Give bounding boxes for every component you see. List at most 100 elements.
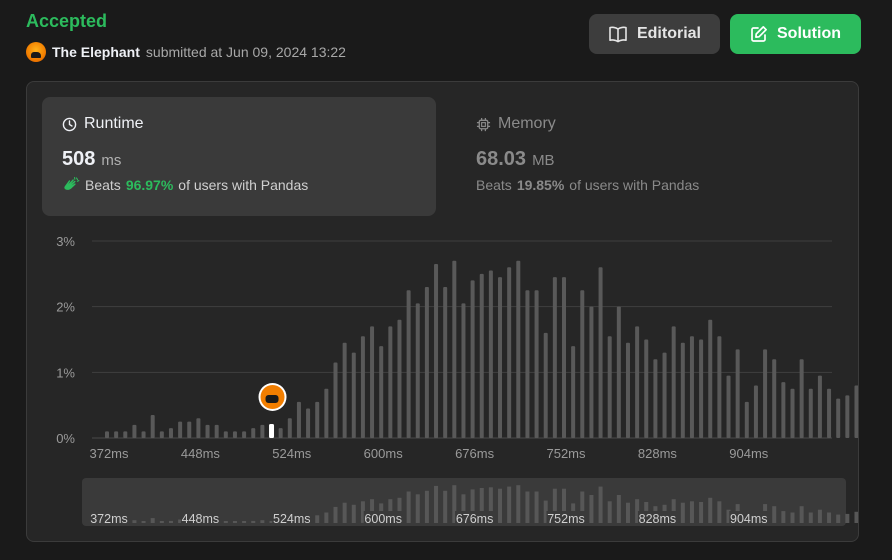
- runtime-bar[interactable]: [324, 388, 329, 438]
- runtime-bar[interactable]: [333, 362, 338, 438]
- overview-bar: [772, 506, 777, 523]
- y-tick-label: 1%: [56, 365, 75, 380]
- runtime-bar[interactable]: [370, 326, 375, 438]
- runtime-bar[interactable]: [132, 424, 137, 438]
- runtime-bar[interactable]: [543, 332, 548, 438]
- runtime-bar[interactable]: [516, 260, 521, 438]
- runtime-bar[interactable]: [315, 401, 320, 438]
- runtime-bar[interactable]: [168, 428, 173, 438]
- runtime-bar[interactable]: [196, 418, 201, 438]
- runtime-bar[interactable]: [708, 319, 713, 438]
- runtime-bar[interactable]: [379, 346, 384, 438]
- runtime-bar[interactable]: [223, 431, 228, 438]
- runtime-bar[interactable]: [251, 428, 256, 438]
- runtime-bar[interactable]: [114, 431, 119, 438]
- x-tick-label: 600ms: [364, 446, 404, 461]
- runtime-bar[interactable]: [753, 385, 758, 438]
- overview-bar: [717, 501, 722, 523]
- overview-bar: [516, 485, 521, 523]
- runtime-bar[interactable]: [278, 428, 283, 438]
- runtime-bar[interactable]: [406, 290, 411, 438]
- runtime-bar[interactable]: [488, 270, 493, 438]
- runtime-bar[interactable]: [808, 388, 813, 438]
- runtime-bar[interactable]: [351, 352, 356, 438]
- runtime-bar[interactable]: [123, 431, 128, 438]
- runtime-bar[interactable]: [397, 319, 402, 438]
- runtime-bar[interactable]: [571, 346, 576, 438]
- overview-bar: [845, 513, 850, 523]
- runtime-bar[interactable]: [424, 286, 429, 438]
- runtime-bar[interactable]: [178, 421, 183, 438]
- runtime-bar[interactable]: [735, 349, 740, 438]
- overview-x-tick-label: 372ms: [90, 512, 128, 526]
- runtime-bar[interactable]: [296, 401, 301, 438]
- runtime-bar[interactable]: [232, 431, 237, 438]
- runtime-bar[interactable]: [790, 388, 795, 438]
- runtime-bar[interactable]: [470, 280, 475, 438]
- runtime-bar[interactable]: [360, 336, 365, 438]
- runtime-bar[interactable]: [287, 418, 292, 438]
- runtime-bar[interactable]: [772, 359, 777, 438]
- editorial-button[interactable]: Editorial: [589, 14, 720, 54]
- runtime-bar[interactable]: [817, 375, 822, 438]
- runtime-bar[interactable]: [836, 398, 841, 438]
- runtime-bar[interactable]: [452, 260, 457, 438]
- runtime-bar[interactable]: [342, 342, 347, 438]
- runtime-bar[interactable]: [205, 424, 210, 438]
- runtime-bar[interactable]: [388, 326, 393, 438]
- runtime-bar[interactable]: [680, 342, 685, 438]
- runtime-bar[interactable]: [699, 339, 704, 439]
- runtime-bar[interactable]: [141, 431, 146, 438]
- runtime-bar[interactable]: [589, 306, 594, 438]
- runtime-bar[interactable]: [671, 326, 676, 438]
- runtime-bar[interactable]: [507, 267, 512, 438]
- runtime-bar[interactable]: [662, 352, 667, 438]
- runtime-bar[interactable]: [689, 336, 694, 438]
- runtime-bar[interactable]: [653, 359, 658, 438]
- runtime-bar[interactable]: [260, 424, 265, 438]
- runtime-bar[interactable]: [616, 306, 621, 438]
- runtime-bar[interactable]: [827, 388, 832, 438]
- runtime-distribution-chart[interactable]: 0% 1% 2% 3% 372ms 448ms 524ms 600ms 676ms 752ms 82…: [27, 82, 858, 541]
- solution-button[interactable]: Solution: [730, 14, 861, 54]
- submission-status: Accepted: [26, 11, 108, 31]
- runtime-bar[interactable]: [644, 339, 649, 439]
- runtime-bar[interactable]: [105, 431, 109, 438]
- runtime-bar[interactable]: [461, 303, 466, 438]
- runtime-bar[interactable]: [306, 408, 311, 438]
- overview-bar: [434, 485, 439, 523]
- runtime-bar[interactable]: [498, 277, 503, 438]
- runtime-bar[interactable]: [845, 395, 850, 438]
- runtime-bar[interactable]: [434, 263, 439, 438]
- runtime-bar[interactable]: [717, 336, 722, 438]
- user-avatar[interactable]: [26, 42, 46, 62]
- runtime-bar[interactable]: [443, 286, 448, 438]
- runtime-bar[interactable]: [799, 359, 804, 438]
- runtime-bar[interactable]: [781, 382, 786, 438]
- runtime-bar[interactable]: [242, 431, 247, 438]
- overview-bar: [150, 518, 155, 523]
- runtime-bar[interactable]: [607, 336, 612, 438]
- runtime-bar[interactable]: [744, 401, 749, 438]
- runtime-bar[interactable]: [580, 290, 585, 438]
- runtime-bar[interactable]: [552, 277, 557, 438]
- runtime-bar[interactable]: [598, 267, 603, 438]
- runtime-bar[interactable]: [763, 349, 768, 438]
- runtime-bar[interactable]: [479, 273, 484, 438]
- runtime-bar[interactable]: [534, 290, 539, 438]
- runtime-bar[interactable]: [150, 415, 155, 438]
- runtime-bar[interactable]: [635, 326, 640, 438]
- user-name-link[interactable]: The Elephant: [52, 44, 140, 60]
- runtime-bar[interactable]: [415, 303, 420, 438]
- runtime-bar[interactable]: [525, 290, 530, 438]
- performance-panel: Runtime 508 ms Beats 96.97% of users wit…: [26, 81, 859, 542]
- runtime-bar[interactable]: [214, 424, 219, 438]
- submitted-time: submitted at Jun 09, 2024 13:22: [145, 44, 346, 60]
- runtime-bar[interactable]: [854, 385, 858, 438]
- x-tick-label: 448ms: [181, 446, 221, 461]
- runtime-bar[interactable]: [726, 375, 731, 438]
- runtime-bar[interactable]: [625, 342, 630, 438]
- runtime-bar[interactable]: [159, 431, 164, 438]
- runtime-bar[interactable]: [187, 421, 192, 438]
- runtime-bar[interactable]: [562, 277, 566, 438]
